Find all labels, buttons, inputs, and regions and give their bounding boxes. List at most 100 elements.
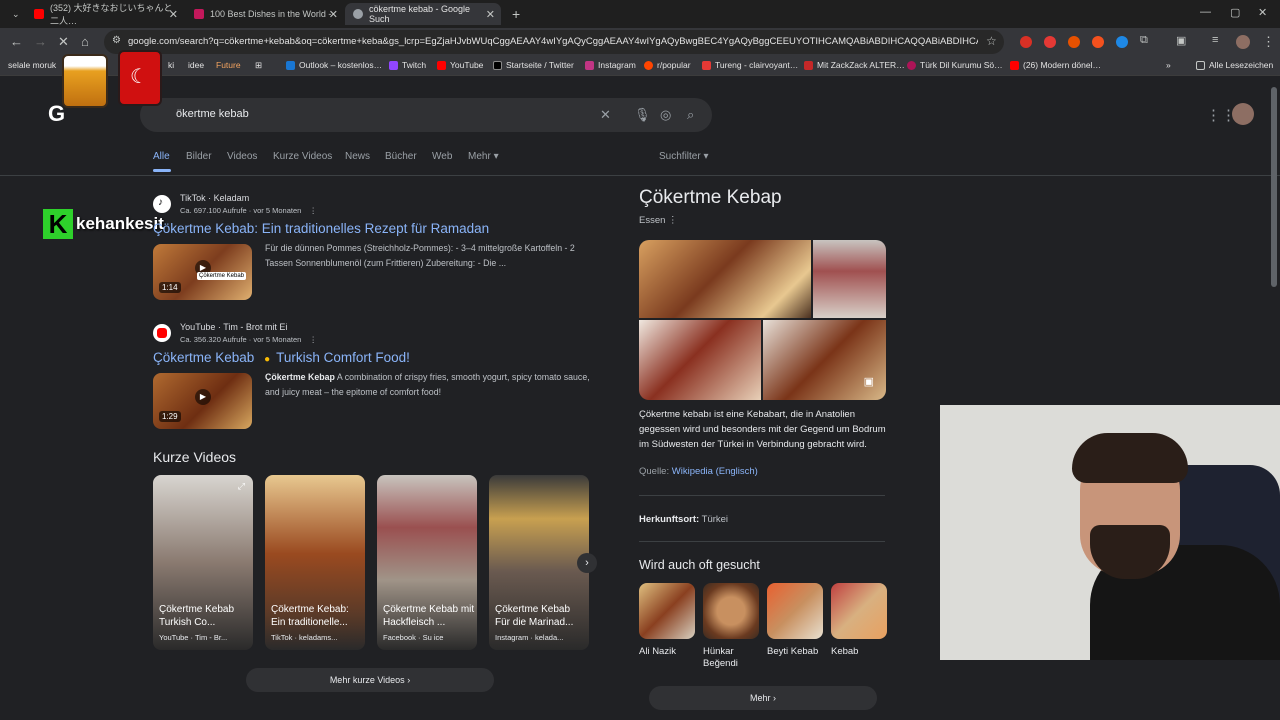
image-gallery-icon[interactable]: ▣: [864, 375, 874, 388]
tab-more[interactable]: Mehr ▾: [468, 151, 499, 162]
result-title[interactable]: Çökertme Kebab: Ein traditionelles Rezep…: [153, 221, 489, 236]
tab-3-active[interactable]: cökertme kebab - Google Such ✕: [345, 3, 501, 25]
new-tab-button[interactable]: +: [504, 3, 524, 25]
related-beyti-kebab[interactable]: [767, 583, 823, 639]
short-video-card[interactable]: Çökertme Kebab mit Hackfleisch ... Faceb…: [377, 475, 477, 650]
profile-avatar[interactable]: [1236, 35, 1250, 49]
media-icon[interactable]: ≡: [1212, 34, 1218, 46]
tab-books[interactable]: Bücher: [385, 151, 417, 162]
tab-1[interactable]: (352) 大好きなおじいちゃんと二人… ✕: [26, 3, 184, 26]
related-hunkar-begendi[interactable]: [703, 583, 759, 639]
youtube-icon: [153, 324, 171, 342]
kp-image-dish[interactable]: ▣: [763, 320, 886, 400]
account-avatar[interactable]: [1232, 103, 1254, 125]
back-icon[interactable]: ←: [10, 34, 23, 49]
url-text[interactable]: google.com/search?q=cökertme+kebab&oq=cö…: [128, 36, 978, 47]
chevron-right-icon[interactable]: ›: [577, 553, 597, 573]
close-icon[interactable]: ✕: [486, 8, 495, 21]
sidepanel-icon[interactable]: ▣: [1176, 34, 1186, 47]
result-title[interactable]: Çökertme Kebab ● Turkish Comfort Food!: [153, 350, 410, 365]
bookmark-item[interactable]: YouTube: [437, 60, 483, 70]
site-info-icon[interactable]: ⚙: [112, 35, 121, 46]
apps-grid-icon[interactable]: ⊞: [255, 60, 262, 71]
bookmarks-more[interactable]: »: [1166, 60, 1171, 70]
related-label[interactable]: Beyti Kebab: [767, 646, 827, 658]
related-ali-nazik[interactable]: [639, 583, 695, 639]
short-video-card[interactable]: ⤢ Çökertme Kebab Turkish Co... YouTube ·…: [153, 475, 253, 650]
tab-short-videos[interactable]: Kurze Videos: [273, 151, 332, 162]
bookmark-item[interactable]: idee: [188, 60, 204, 70]
tab-all[interactable]: Alle: [153, 151, 170, 162]
lens-icon[interactable]: ◎: [660, 107, 671, 123]
bookmark-item[interactable]: selale moruk: [8, 60, 56, 70]
kp-image-person[interactable]: [813, 240, 886, 318]
bookmark-item[interactable]: Twitch: [389, 60, 426, 70]
extensions-puzzle-icon[interactable]: ⧉: [1140, 34, 1148, 47]
short-video-caption: Çökertme Kebab Turkish Co...: [159, 604, 235, 628]
extension-icon[interactable]: [1092, 36, 1104, 48]
all-bookmarks[interactable]: Alle Lesezeichen: [1196, 60, 1273, 70]
bookmark-item[interactable]: ki: [168, 60, 174, 70]
close-icon[interactable]: ✕: [329, 8, 338, 21]
search-filter-button[interactable]: Suchfilter ▾: [659, 151, 709, 162]
tab-news[interactable]: News: [345, 151, 370, 162]
bookmark-item[interactable]: r/popular: [644, 60, 691, 70]
short-video-card[interactable]: Çökertme Kebab: Ein traditionelle... Tik…: [265, 475, 365, 650]
search-box[interactable]: ökertme kebab ✕ 🎙 ◎ ⌕: [140, 98, 712, 132]
menu-icon[interactable]: ⋮: [1262, 34, 1275, 50]
more-options-icon[interactable]: ⋮: [668, 215, 678, 226]
bookmark-label: YouTube: [450, 60, 484, 70]
search-icon[interactable]: ⌕: [687, 107, 694, 123]
bookmark-label: Twitch: [402, 60, 427, 70]
related-kebab[interactable]: [831, 583, 887, 639]
related-label[interactable]: Hünkar Beğendi: [703, 646, 763, 670]
bookmark-label: ki: [168, 60, 175, 70]
more-options-icon[interactable]: ⋮: [309, 335, 317, 344]
result-snippet: Für die dünnen Pommes (Streichholz-Pomme…: [265, 243, 575, 268]
tab-videos[interactable]: Videos: [227, 151, 257, 162]
bookmark-item[interactable]: Future: [216, 60, 241, 70]
more-short-videos-button[interactable]: Mehr kurze Videos ›: [246, 668, 494, 692]
kp-image-plate[interactable]: [639, 320, 761, 400]
bookmark-item[interactable]: Türk Dil Kurumu Sö…: [907, 60, 1003, 70]
expand-icon[interactable]: ⤢: [238, 481, 245, 492]
microphone-icon[interactable]: 🎙: [634, 107, 651, 123]
close-window-icon[interactable]: ✕: [1258, 6, 1267, 19]
extension-icon[interactable]: [1020, 36, 1032, 48]
kp-origin-value[interactable]: Türkei: [702, 514, 728, 525]
kp-image-main[interactable]: [639, 240, 811, 318]
video-thumbnail[interactable]: ▶ 1:29: [153, 373, 252, 429]
minimize-icon[interactable]: —: [1200, 6, 1211, 18]
wikipedia-link[interactable]: Wikipedia (Englisch): [672, 466, 758, 477]
short-video-card[interactable]: Çökertme Kebab Für die Marinad... Instag…: [489, 475, 589, 650]
bookmark-item[interactable]: Mit ZackZack ALTER…: [804, 60, 905, 70]
bookmark-item[interactable]: Outlook – kostenlos…: [286, 60, 382, 70]
bookmark-item[interactable]: Tureng - clairvoyant…: [702, 60, 798, 70]
video-thumbnail[interactable]: ▶ 1:14 Çökertme Kebab: [153, 244, 252, 300]
forward-icon[interactable]: →: [34, 34, 47, 49]
close-icon[interactable]: ✕: [169, 8, 178, 21]
kp-more-button[interactable]: Mehr ›: [649, 686, 877, 710]
bookmark-item[interactable]: (26) Modern dönel…: [1010, 60, 1101, 70]
extension-icon[interactable]: [1044, 36, 1056, 48]
related-label[interactable]: Ali Nazik: [639, 646, 699, 658]
tab-search-button[interactable]: ⌄: [4, 3, 22, 25]
address-bar[interactable]: ⚙ google.com/search?q=cökertme+kebab&oq=…: [104, 30, 1004, 54]
maximize-icon[interactable]: ▢: [1230, 6, 1240, 19]
extension-icon[interactable]: [1068, 36, 1080, 48]
bookmark-item[interactable]: Instagram: [585, 60, 636, 70]
clear-icon[interactable]: ✕: [600, 107, 611, 123]
tab-2[interactable]: 100 Best Dishes in the World - ✕: [186, 3, 344, 25]
related-label[interactable]: Kebab: [831, 646, 891, 658]
bookmark-label: selale moruk: [8, 60, 57, 70]
search-input[interactable]: ökertme kebab: [176, 108, 249, 120]
more-options-icon[interactable]: ⋮: [309, 206, 317, 215]
page-scrollbar[interactable]: [1271, 87, 1277, 287]
tab-web[interactable]: Web: [432, 151, 452, 162]
snippet-bold: Çökertme Kebap: [265, 372, 335, 382]
thumbnail-label: Çökertme Kebab: [197, 272, 247, 280]
extension-icon[interactable]: [1116, 36, 1128, 48]
bookmark-star-icon[interactable]: ☆: [986, 34, 997, 48]
bookmark-item[interactable]: Startseite / Twitter: [493, 60, 574, 70]
tab-images[interactable]: Bilder: [186, 151, 212, 162]
